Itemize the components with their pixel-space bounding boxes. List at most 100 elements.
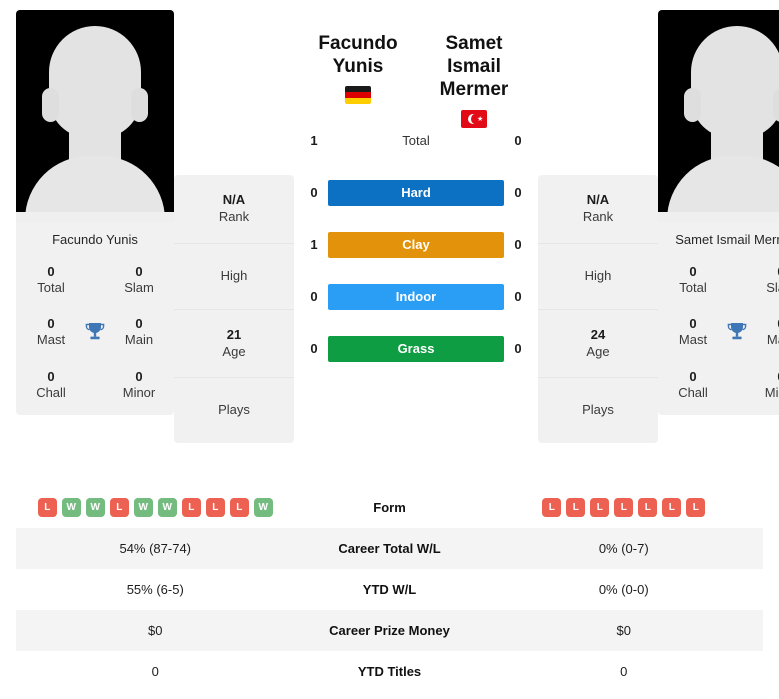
table-row: 55% (6-5) YTD W/L 0% (0-0) [16,569,763,610]
h2h-right-score: 0 [514,133,522,149]
left-player-name: Facundo Yunis [300,10,416,78]
avatar-ear-left-icon [684,88,701,122]
left-titles-mast: 0 Mast [24,316,78,349]
row-right-value: 0% (0-7) [598,541,649,556]
h2h-surface-bar-indoor[interactable]: Indoor [328,283,504,310]
stats-comparison-table: LWWLWWLLLW Form LLLLLLL 54% (87-74) Care… [16,487,763,692]
avatar-floor-icon [658,212,779,222]
left-titles-mast-label: Mast [36,332,66,348]
h2h-surface-label: Total [402,133,430,149]
right-titles-mast: 0 Mast [666,316,720,349]
right-player-photo [658,10,779,222]
left-stat-card: N/A Rank High 21 Age Plays [174,175,294,444]
right-titles-total-value: 0 [689,263,697,279]
left-rank-cell: N/A Rank [174,175,294,244]
h2h-right-score: 0 [514,289,522,305]
left-player-photo [16,10,174,222]
row-left-value: 55% (6-5) [126,582,184,597]
left-player-last-name: Yunis [332,56,384,78]
left-titles-chall-label: Chall [36,384,66,400]
row-left-value: $0 [148,623,163,638]
left-high-label: High [220,267,248,283]
right-rank-value: N/A [586,192,610,207]
row-label: YTD Titles [357,664,422,679]
row-right-value: 0 [620,664,628,679]
left-rank-value: N/A [222,192,246,207]
left-rank-label: Rank [218,208,250,224]
right-player-name-block: Samet Ismail Mermer ★ [416,10,532,128]
right-titles-mast-value: 0 [689,316,697,332]
left-high-cell: High [174,244,294,310]
h2h-surface-bar-clay[interactable]: Clay [328,231,504,258]
left-titles-grid: 0 Total 0 Slam 0 Mast 0 Main 0 Chall 0 M… [24,264,166,402]
h2h-left-score: 1 [310,237,318,253]
trophy-icon [720,320,754,344]
left-player-first-name: Facundo [318,33,398,54]
h2h-surface-bar-hard[interactable]: Hard [328,179,504,206]
player-comparison-page: Facundo Yunis 0 Total 0 Slam 0 Mast 0 Ma… [0,0,779,699]
right-player-card-name: Samet Ismail Mermer [675,232,779,247]
right-high-cell: High [538,244,658,310]
h2h-row: 1 Total 0 [300,128,532,154]
h2h-row: 0 Indoor 0 [300,283,532,310]
right-titles-chall-label: Chall [678,384,708,400]
form-badge-l: L [109,498,129,517]
h2h-rows: 1 Total 0 0 Hard 0 1 Clay 0 0 Indoor 0 0… [300,128,532,362]
form-badge-l: L [181,498,201,517]
h2h-left-score: 0 [310,289,318,305]
form-badge-l: L [205,498,225,517]
h2h-row: 0 Hard 0 [300,179,532,206]
form-badge-l: L [229,498,249,517]
form-badge-w: W [253,498,273,517]
left-stat-column: N/A Rank High 21 Age Plays [174,10,294,444]
right-titles-total-label: Total [679,279,707,295]
right-age-label: Age [586,343,610,359]
right-player-first-name: Samet Ismail [445,33,503,78]
right-titles-total: 0 Total [666,264,720,297]
form-badges-left: LWWLWWLLLW [37,498,273,517]
h2h-right-score: 0 [514,341,522,357]
right-titles-slam-value: 0 [754,264,779,280]
right-titles-minor-label: Minor [764,384,779,400]
row-left-value: 0 [151,664,159,679]
right-age-value: 24 [590,326,606,342]
left-titles-mast-value: 0 [47,316,55,332]
right-high-label: High [584,267,612,283]
form-badge-w: W [157,498,177,517]
form-left-cell: LWWLWWLLLW [16,498,295,517]
right-plays-cell: Plays [538,378,658,443]
flag-germany-icon [345,86,371,105]
form-label: Form [373,500,406,515]
avatar-floor-icon [16,212,174,222]
h2h-right-score: 0 [514,237,522,253]
head-to-head-section: Facundo Yunis Samet Ismail Mermer ★ 1 To… [294,10,538,362]
left-plays-cell: Plays [174,378,294,443]
left-titles-main-value: 0 [135,316,143,332]
left-titles-minor: 0 Minor [112,369,166,402]
form-badge-l: L [638,498,658,517]
h2h-names-row: Facundo Yunis Samet Ismail Mermer ★ [300,10,532,128]
form-badge-l: L [614,498,634,517]
form-badge-w: W [85,498,105,517]
left-player-column: Facundo Yunis 0 Total 0 Slam 0 Mast 0 Ma… [16,10,174,416]
form-badge-l: L [590,498,610,517]
left-titles-main: 0 Main [112,316,166,349]
left-age-value: 21 [226,326,242,342]
right-stat-card: N/A Rank High 24 Age Plays [538,175,658,444]
left-player-card-name: Facundo Yunis [52,232,138,247]
right-titles-mast-label: Mast [678,332,708,348]
h2h-surface-bar-grass[interactable]: Grass [328,335,504,362]
form-badge-l: L [686,498,706,517]
h2h-left-score: 0 [310,341,318,357]
right-player-last-name: Mermer [439,79,509,101]
form-badge-w: W [133,498,153,517]
right-titles-minor: 0 Minor [754,369,779,402]
trophy-icon [78,320,112,344]
right-titles-main: 0 Main [754,316,779,349]
left-titles-total-value: 0 [47,263,55,279]
form-right-cell: LLLLLLL [485,498,764,517]
left-titles-minor-label: Minor [122,384,156,400]
right-rank-label: Rank [582,208,614,224]
row-label: YTD W/L [362,582,417,597]
left-flag-wrap [300,86,416,105]
